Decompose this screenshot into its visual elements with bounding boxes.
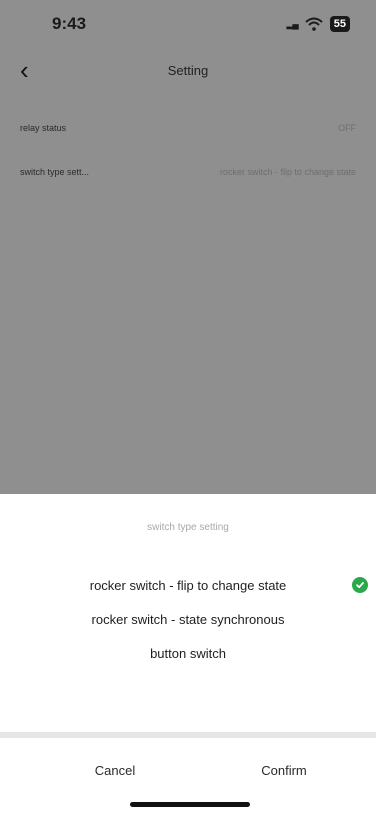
nav-bar: ‹ Setting	[0, 54, 376, 88]
relay-status-value: OFF	[338, 123, 356, 133]
option-rocker-sync[interactable]: rocker switch - state synchronous	[0, 604, 376, 634]
page-title: Setting	[167, 63, 209, 78]
status-icons: ▂▄ 55	[286, 14, 350, 34]
signal-icon: ▂▄	[286, 18, 298, 29]
switch-type-value: rocker switch - flip to change state	[219, 167, 356, 177]
check-icon	[352, 577, 368, 593]
sheet-divider	[0, 732, 376, 738]
dimmed-settings-screen[interactable]: 9:43 ▂▄ 55 ‹ Setting relay status OFF sw…	[0, 0, 376, 494]
relay-status-row[interactable]: relay status OFF	[20, 116, 356, 140]
app-screen: 9:43 ▂▄ 55 ‹ Setting relay status OFF sw…	[0, 0, 376, 814]
option-label: rocker switch - flip to change state	[89, 577, 287, 593]
confirm-button[interactable]: Confirm	[244, 758, 324, 784]
relay-status-label: relay status	[20, 123, 67, 133]
wifi-icon	[305, 17, 323, 31]
option-label: button switch	[150, 645, 226, 661]
home-indicator[interactable]	[130, 802, 250, 807]
switch-type-row[interactable]: switch type sett... rocker switch - flip…	[20, 160, 356, 184]
sheet-title: switch type setting	[147, 522, 229, 533]
option-rocker-flip[interactable]: rocker switch - flip to change state	[0, 570, 376, 600]
option-label: rocker switch - state synchronous	[91, 611, 285, 627]
switch-type-sheet: switch type setting rocker switch - flip…	[0, 494, 376, 814]
option-button-switch[interactable]: button switch	[0, 638, 376, 668]
battery-icon: 55	[329, 16, 350, 32]
switch-type-label: switch type sett...	[20, 167, 90, 177]
cancel-button[interactable]: Cancel	[80, 758, 150, 784]
status-time: 9:43	[52, 14, 87, 33]
